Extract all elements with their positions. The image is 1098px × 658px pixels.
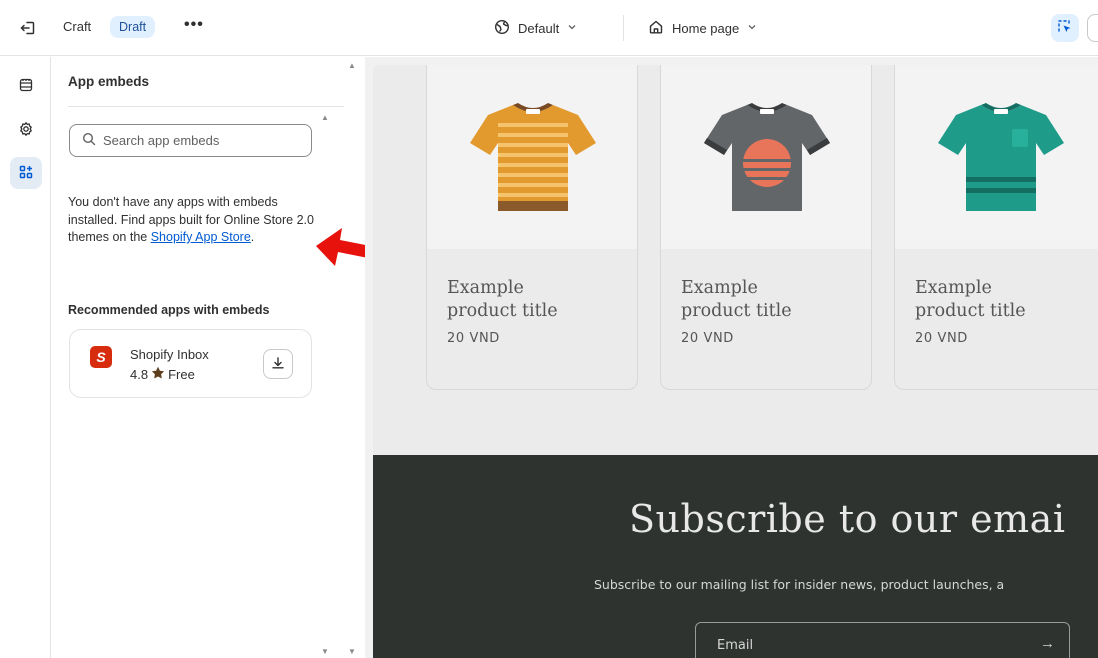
product-title: Example product title	[681, 277, 792, 323]
scroll-down-icon[interactable]: ▼	[348, 647, 356, 656]
app-rating: 4.8	[130, 366, 149, 382]
chevron-down-icon	[567, 22, 577, 35]
tshirt-icon	[938, 102, 1064, 211]
install-app-button[interactable]	[263, 349, 293, 379]
product-price: 20 VND	[447, 331, 500, 346]
tshirt-icon	[704, 102, 830, 211]
left-rail	[0, 57, 51, 658]
panel-scrollbar[interactable]: ▲ ▲ ▼ ▼	[321, 57, 359, 658]
product-price: 20 VND	[681, 331, 734, 346]
cursor-select-icon	[1057, 19, 1073, 38]
app-card-shopify-inbox[interactable]: S Shopify Inbox 4.8 Free	[69, 329, 312, 398]
scroll-up-icon[interactable]: ▲	[321, 113, 329, 122]
tshirt-icon	[470, 102, 596, 211]
theme-preview: Example product title 20 VND Example pro…	[365, 57, 1098, 658]
page-label: Home page	[672, 20, 740, 36]
product-title-line: product title	[447, 301, 558, 321]
scroll-up-icon[interactable]: ▲	[348, 61, 356, 70]
product-title-line: Example	[681, 278, 758, 298]
product-image	[895, 65, 1098, 249]
top-bar: Craft Draft ••• Default Home page	[0, 0, 1098, 56]
product-title-line: product title	[915, 301, 1026, 321]
sections-nav-button[interactable]	[10, 70, 42, 102]
scroll-down-icon[interactable]: ▼	[321, 647, 329, 656]
newsletter-title: Subscribe to our emai	[629, 497, 1066, 541]
app-embeds-panel: App embeds You don't have any apps with …	[52, 57, 364, 658]
product-title-line: product title	[681, 301, 792, 321]
gear-icon	[18, 121, 34, 140]
star-icon	[151, 366, 165, 382]
product-title-line: Example	[447, 278, 524, 298]
product-image	[427, 65, 637, 249]
context-label: Default	[518, 20, 560, 36]
page-selector[interactable]: Home page	[648, 18, 757, 38]
product-card[interactable]: Example product title 20 VND	[660, 65, 872, 390]
preview-canvas: Example product title 20 VND Example pro…	[373, 65, 1098, 658]
settings-nav-button[interactable]	[10, 114, 42, 146]
status-badge: Draft	[110, 16, 156, 38]
shopify-inbox-logo-icon: S	[90, 346, 112, 368]
apps-icon	[18, 164, 34, 183]
newsletter-subtitle: Subscribe to our mailing list for inside…	[594, 577, 1005, 592]
product-image	[661, 65, 871, 249]
search-icon	[82, 132, 96, 149]
theme-name: Craft	[63, 19, 92, 34]
app-embeds-nav-button[interactable]	[10, 157, 42, 189]
empty-state-message: You don't have any apps with embeds inst…	[68, 194, 318, 247]
product-title: Example product title	[447, 277, 558, 323]
toolbar-button[interactable]	[1087, 14, 1098, 42]
app-meta: 4.8 Free	[130, 366, 195, 382]
recommended-apps-heading: Recommended apps with embeds	[68, 303, 270, 317]
exit-icon[interactable]	[18, 18, 38, 38]
product-card[interactable]: Example product title 20 VND	[426, 65, 638, 390]
search-input[interactable]	[103, 133, 293, 148]
search-field[interactable]	[69, 124, 312, 157]
product-card[interactable]: Example product title 20 VND	[894, 65, 1098, 390]
product-title-line: Example	[915, 278, 992, 298]
newsletter-email-field[interactable]: Email →	[695, 622, 1070, 658]
divider	[623, 15, 624, 41]
globe-icon	[494, 19, 510, 38]
app-price: Free	[168, 366, 195, 382]
empty-state-text-end: .	[250, 230, 255, 244]
home-icon	[648, 19, 664, 38]
arrow-right-icon[interactable]: →	[1040, 635, 1055, 652]
sections-icon	[18, 77, 34, 96]
email-placeholder: Email	[717, 638, 754, 653]
inspector-toggle-button[interactable]	[1051, 14, 1079, 42]
product-title: Example product title	[915, 277, 1026, 323]
chevron-down-icon	[747, 22, 757, 35]
newsletter-section: Subscribe to our emai Subscribe to our m…	[373, 455, 1098, 658]
context-selector[interactable]: Default	[494, 18, 577, 38]
panel-title: App embeds	[68, 74, 150, 89]
app-name: Shopify Inbox	[130, 347, 209, 362]
product-price: 20 VND	[915, 331, 968, 346]
shopify-app-store-link[interactable]: Shopify App Store	[151, 230, 251, 244]
download-icon	[271, 356, 285, 373]
divider	[68, 106, 344, 107]
more-actions-button[interactable]: •••	[184, 16, 204, 34]
